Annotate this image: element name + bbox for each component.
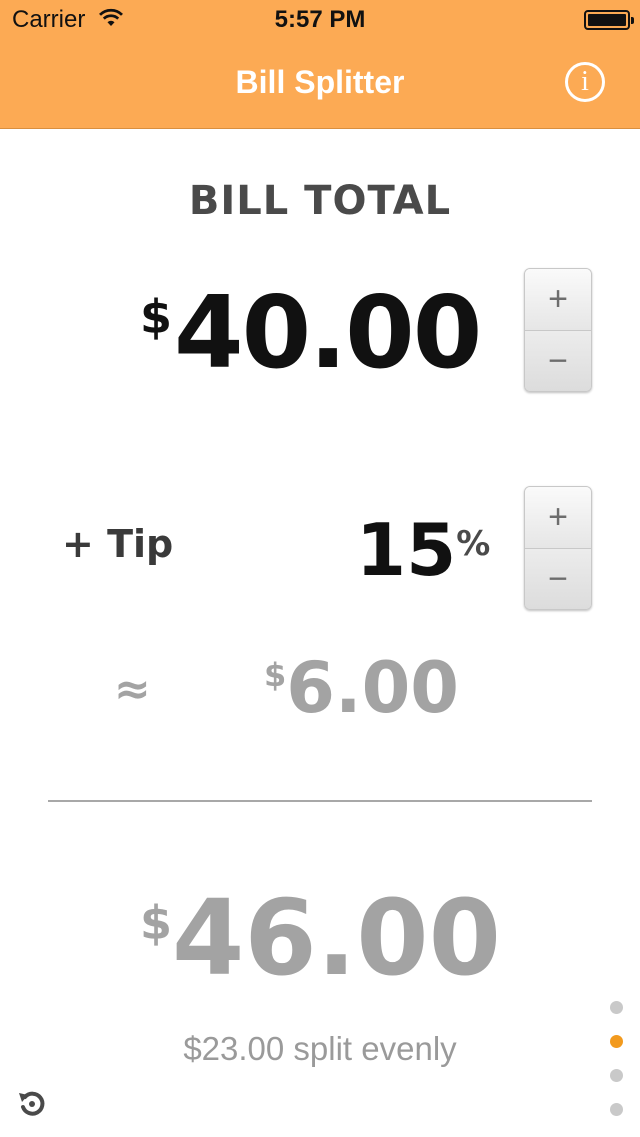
nav-title: Bill Splitter [235,64,405,100]
battery-icon [584,10,634,30]
page-dot[interactable] [610,1103,623,1116]
page-dot-active[interactable] [610,1035,623,1048]
bill-decrement-button[interactable]: − [525,330,591,391]
approx-symbol: ≈ [114,664,151,715]
bill-amount-value: 40.00 [174,274,482,391]
status-bar: Carrier 5:57 PM [0,0,640,40]
nav-bar: Bill Splitter i [0,40,640,129]
tip-percent-value: 15 [356,508,457,592]
bill-total-heading: BILL TOTAL [188,178,452,224]
bill-increment-button[interactable]: + [525,269,591,330]
percent-sign: % [456,524,491,564]
page-indicator[interactable] [610,1001,623,1137]
total-currency-symbol: $ [140,896,173,950]
page-dot[interactable] [610,1001,623,1014]
total-amount-value: 46.00 [172,877,501,999]
bill-stepper: + − [524,268,592,392]
tip-amount-value: 6.00 [286,647,459,729]
total-amount: $46.00 [140,880,501,996]
tip-amount: $6.00 [264,648,459,728]
tip-decrement-button[interactable]: − [525,548,591,609]
page-dot[interactable] [610,1069,623,1082]
tip-increment-button[interactable]: + [525,487,591,548]
tip-percent: 15% [356,510,490,590]
bill-currency-symbol: $ [140,290,173,344]
divider [48,800,592,802]
split-evenly-text: $23.00 split evenly [183,1030,457,1067]
tip-label: + Tip [62,522,174,566]
info-icon[interactable]: i [565,62,605,102]
status-time: 5:57 PM [274,6,366,33]
tip-currency-symbol: $ [264,656,287,694]
reset-icon[interactable] [16,1088,48,1120]
tip-stepper: + − [524,486,592,610]
bill-amount: $40.00 [140,278,482,388]
